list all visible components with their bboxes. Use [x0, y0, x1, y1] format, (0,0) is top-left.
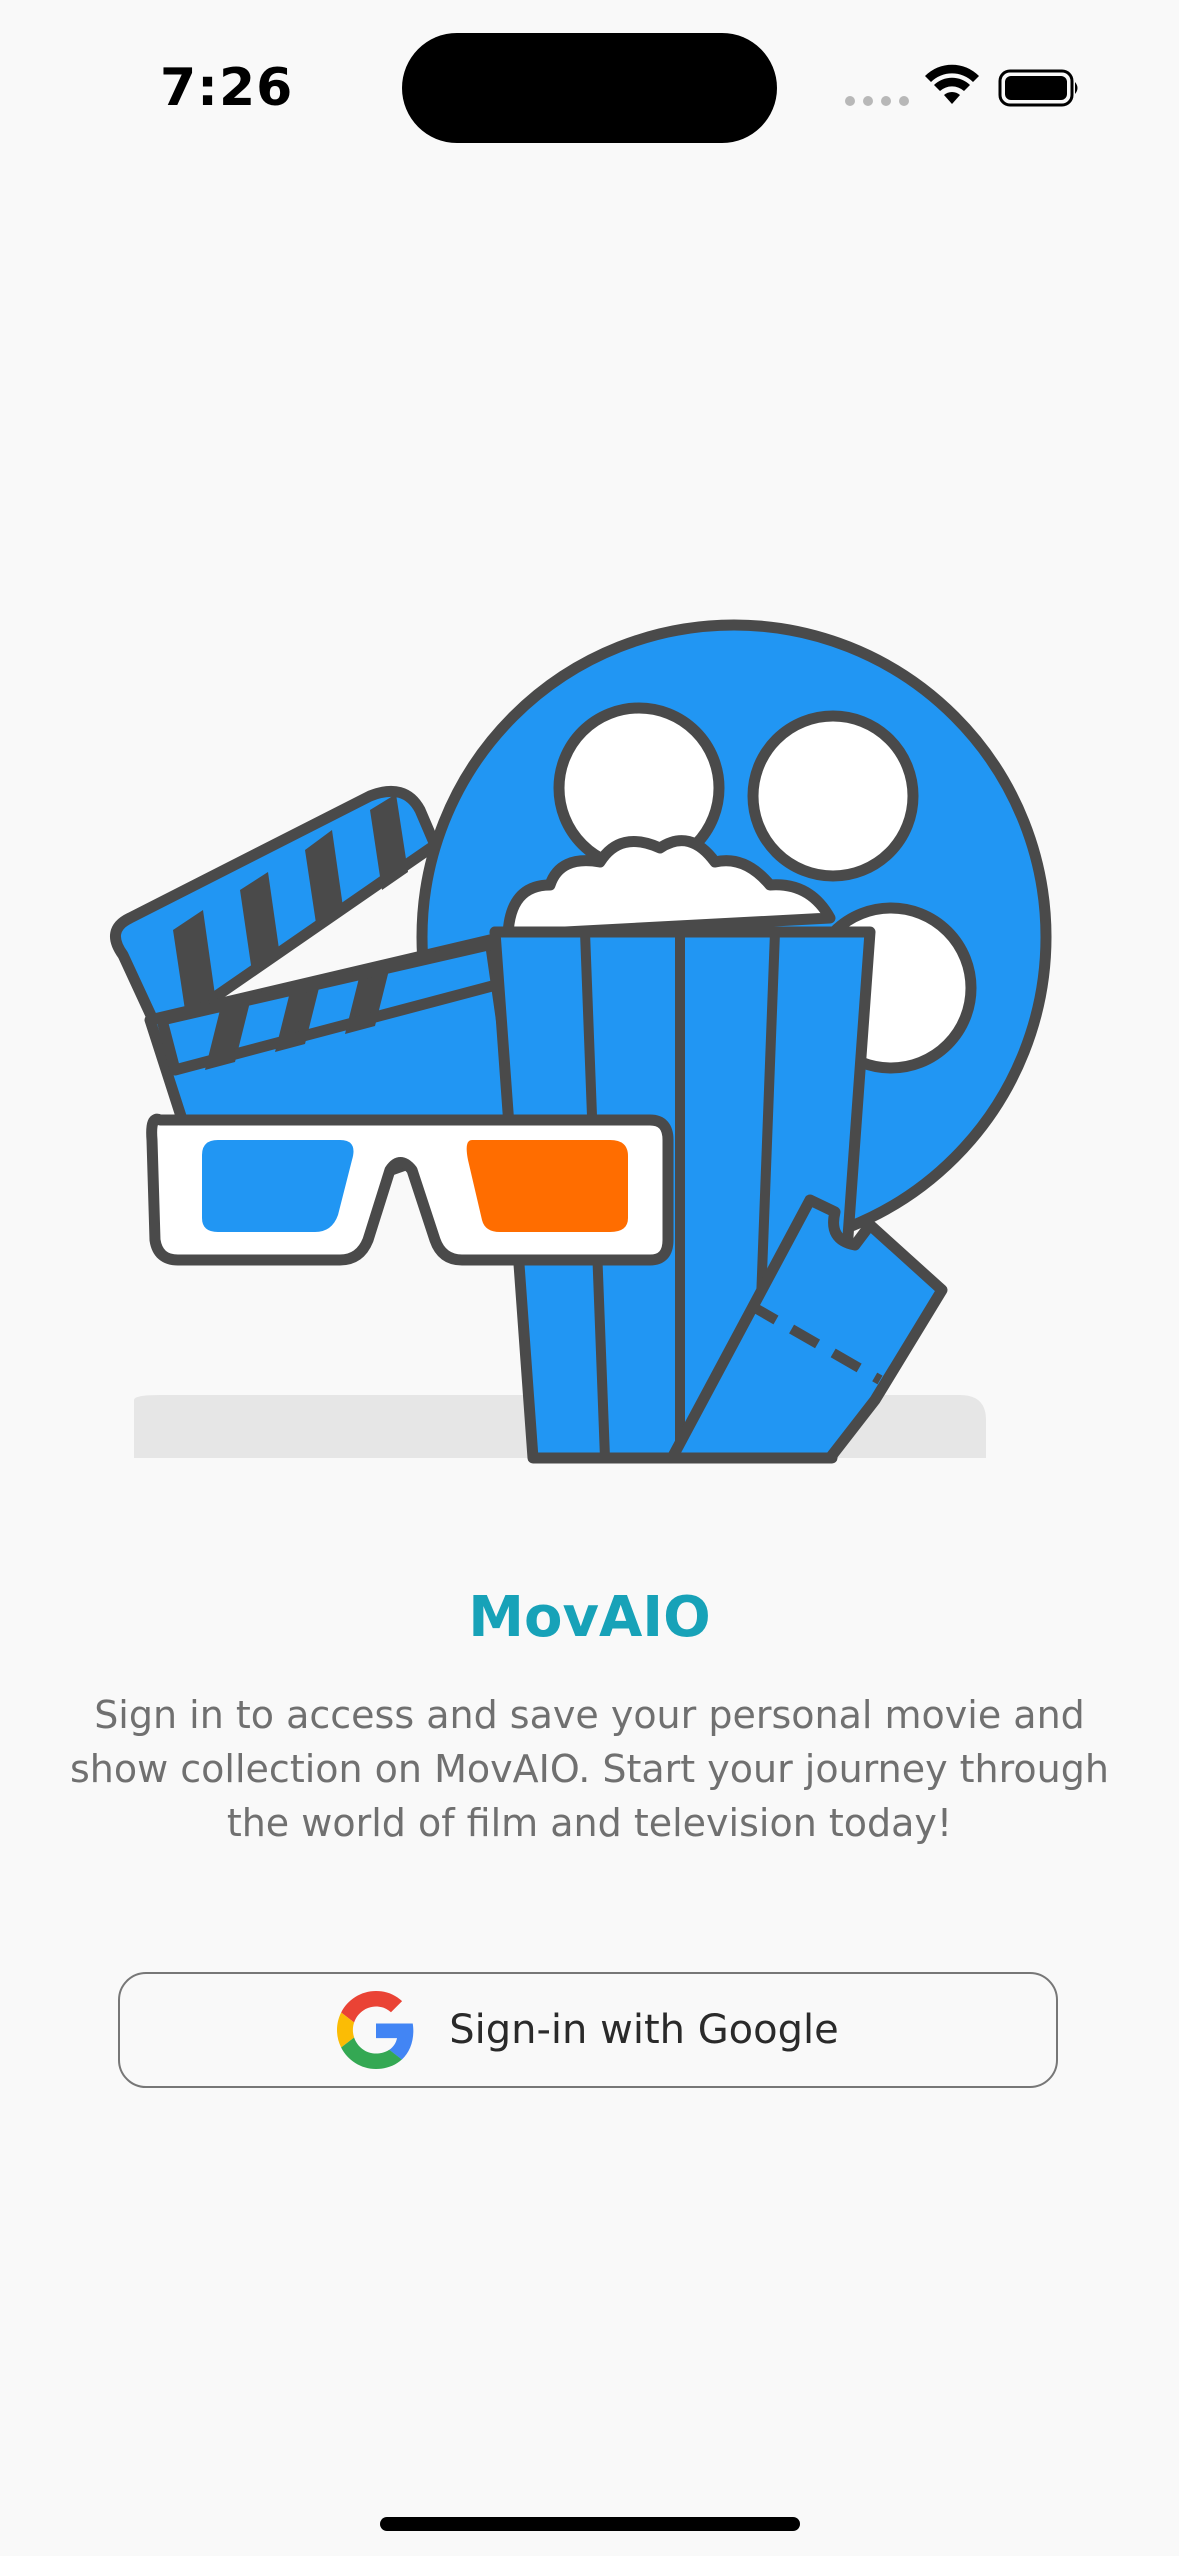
sign-in-screen: 7:26 MovAIO Sign in to access and save y… [0, 0, 1179, 2556]
home-indicator[interactable] [380, 2517, 800, 2531]
wifi-icon [925, 64, 979, 104]
movie-illustration [110, 619, 1052, 1464]
status-bar-time: 7:26 [160, 58, 294, 118]
app-title: MovAIO [468, 1585, 711, 1650]
battery-icon [998, 69, 1078, 107]
app-description: Sign in to access and save your personal… [70, 1693, 1109, 1845]
3d-glasses-icon [146, 1113, 674, 1266]
google-sign-in-label: Sign-in with Google [449, 2007, 839, 2053]
cellular-signal-icon [845, 96, 909, 106]
google-sign-in-button[interactable]: Sign-in with Google [118, 1972, 1058, 2088]
dynamic-island [402, 33, 777, 143]
google-g-icon [337, 1991, 414, 2069]
